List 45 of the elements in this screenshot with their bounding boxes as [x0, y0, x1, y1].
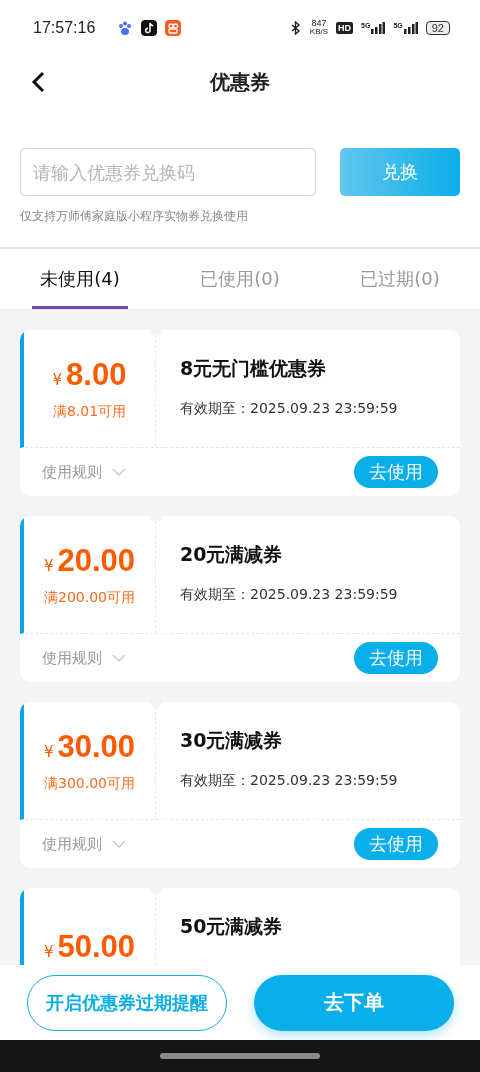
- rules-toggle[interactable]: 使用规则: [42, 648, 126, 668]
- coupon-expiry: 有效期至：2025.09.23 23:59:59: [180, 586, 398, 604]
- coupon-expiry: 有效期至：2025.09.23 23:59:59: [180, 772, 398, 790]
- chevron-down-icon: [112, 840, 126, 848]
- expiry-reminder-button[interactable]: 开启优惠券过期提醒: [27, 974, 227, 1031]
- use-button[interactable]: 去使用: [354, 642, 438, 674]
- currency-symbol: ¥: [43, 742, 54, 761]
- coupon-condition: 满200.00可用: [44, 588, 135, 607]
- network-speed: 847: [311, 19, 327, 28]
- coupon-expiry: 有效期至：2025.09.23 23:59:59: [180, 400, 398, 418]
- music-note-icon: [141, 19, 158, 36]
- code-input-field[interactable]: 请输入优惠券兑换码: [20, 148, 316, 196]
- coupon-amount: 20.00: [57, 542, 136, 579]
- redeem-hint: 仅支持万师傅家庭版小程序实物券兑换使用: [20, 208, 249, 225]
- coupon-title: 30元满减券: [180, 728, 284, 753]
- page-title: 优惠券: [210, 69, 270, 96]
- chevron-down-icon: [112, 468, 126, 476]
- currency-symbol: ¥: [52, 370, 63, 389]
- coupon-condition: 满8.01可用: [52, 402, 127, 421]
- coupon-amount: 50.00: [57, 928, 136, 965]
- back-icon[interactable]: [30, 71, 46, 93]
- currency-symbol: ¥: [43, 556, 54, 575]
- paw-icon: [117, 19, 134, 36]
- speed-unit: KB/S: [309, 28, 329, 36]
- coupon-title: 20元满减券: [180, 542, 284, 567]
- rules-toggle[interactable]: 使用规则: [42, 834, 126, 854]
- place-order-button[interactable]: 去下单: [254, 974, 454, 1031]
- battery-level: 92: [425, 20, 450, 35]
- chevron-down-icon: [112, 654, 126, 662]
- use-button[interactable]: 去使用: [354, 828, 438, 860]
- tab[interactable]: 未使用(4): [0, 249, 160, 309]
- rules-toggle[interactable]: 使用规则: [42, 462, 126, 482]
- status-time: 17:57:16: [33, 18, 96, 37]
- use-button[interactable]: 去使用: [354, 456, 438, 488]
- coupon-amount: 8.00: [66, 356, 127, 393]
- hd-badge: HD: [336, 21, 354, 34]
- currency-symbol: ¥: [43, 942, 54, 961]
- tab[interactable]: 已使用(0): [160, 249, 320, 309]
- redeem-button[interactable]: 兑换: [340, 148, 460, 196]
- bluetooth-icon: [289, 20, 302, 35]
- coupon-amount: 30.00: [57, 728, 136, 765]
- coupon-title: 50元满减券: [180, 914, 283, 939]
- coupon-title: 8元无门槛优惠券: [180, 356, 328, 381]
- tab[interactable]: 已过期(0): [320, 249, 480, 309]
- coupon-condition: 满300.00可用: [44, 774, 135, 793]
